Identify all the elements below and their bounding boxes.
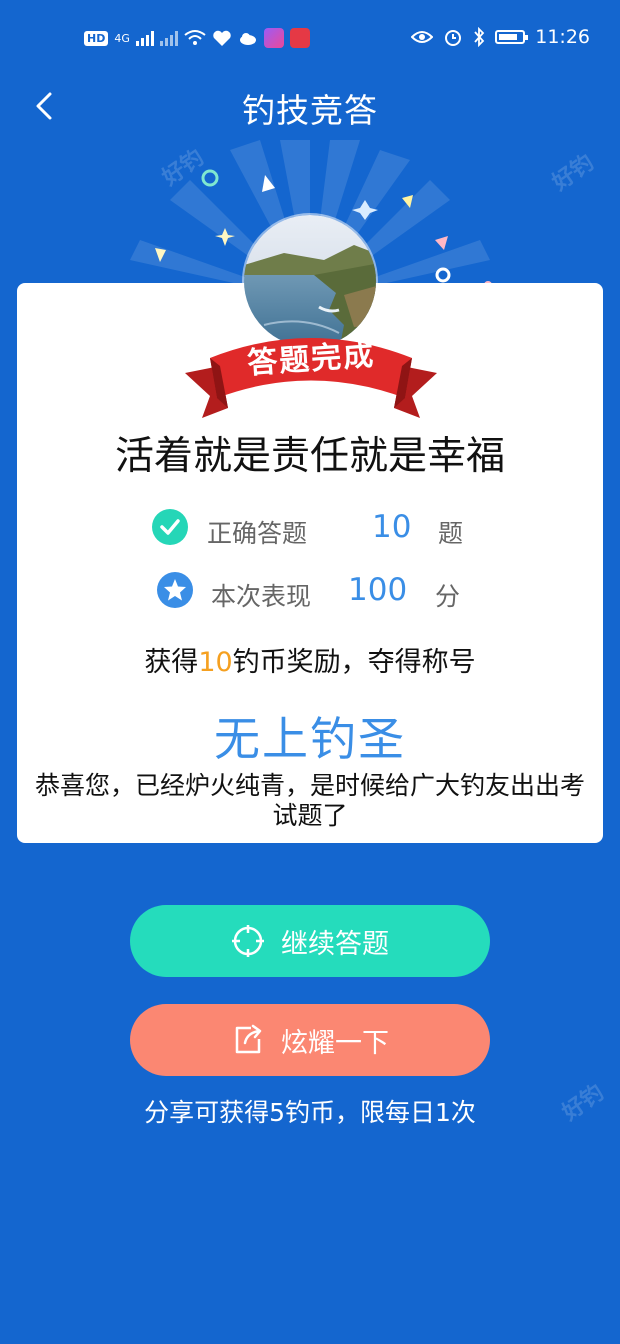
honor-title: 无上钓圣 <box>214 712 406 766</box>
share-note: 分享可获得5钓币，限每日1次 <box>144 1098 476 1127</box>
performance-row: 本次表现 100 分 <box>17 568 603 612</box>
stat-value: 100 <box>348 572 408 608</box>
continue-label: 继续答题 <box>281 928 389 960</box>
status-right: 11:26 <box>411 26 590 48</box>
correct-answers-row: 正确答题 10 题 <box>17 505 603 549</box>
share-label: 炫耀一下 <box>281 1027 389 1059</box>
top-bar: 钓技竞答 <box>0 80 620 130</box>
page-title: 钓技竞答 <box>242 91 378 130</box>
show-off-button[interactable]: 炫耀一下 <box>130 1004 490 1076</box>
signal-icon <box>135 30 154 46</box>
alarm-icon <box>445 30 462 46</box>
check-circle-icon <box>152 509 188 545</box>
app-icon-1 <box>263 28 284 48</box>
reward-amount: 10 <box>198 647 233 678</box>
star-circle-icon <box>157 572 193 608</box>
share-icon <box>235 1024 262 1054</box>
crosshair-icon <box>232 925 264 957</box>
clock: 11:26 <box>535 26 590 48</box>
heart-icon <box>213 30 231 46</box>
eye-icon <box>411 31 434 43</box>
status-left: HD 4G <box>84 28 310 48</box>
signal-2-icon <box>159 30 178 46</box>
headline: 活着就是责任就是幸福 <box>114 434 505 479</box>
cloud-icon <box>239 33 256 45</box>
reward-text: 获得10钓币奖励，夺得称号 <box>17 640 603 679</box>
bluetooth-icon <box>474 27 485 47</box>
reward-prefix: 获得 <box>144 647 199 678</box>
hd-badge: HD <box>84 30 109 46</box>
stat-unit: 分 <box>435 582 461 611</box>
status-bar: HD 4G 11:26 <box>0 22 620 56</box>
continue-quiz-button[interactable]: 继续答题 <box>130 905 490 977</box>
stat-value: 10 <box>372 509 412 545</box>
network-label: 4G <box>114 31 130 45</box>
honor-description: 恭喜您，已经炉火纯青，是时候给广大钓友出出考试题了 <box>34 771 585 830</box>
watermark: 好钓 <box>548 150 599 196</box>
app-icon-2 <box>289 28 310 48</box>
stat-unit: 题 <box>438 519 464 548</box>
stat-label: 正确答题 <box>207 519 308 548</box>
stat-label: 本次表现 <box>211 582 312 611</box>
wifi-icon <box>184 30 206 45</box>
reward-suffix: 钓币奖励，夺得称号 <box>232 647 476 678</box>
battery-icon <box>495 30 529 44</box>
